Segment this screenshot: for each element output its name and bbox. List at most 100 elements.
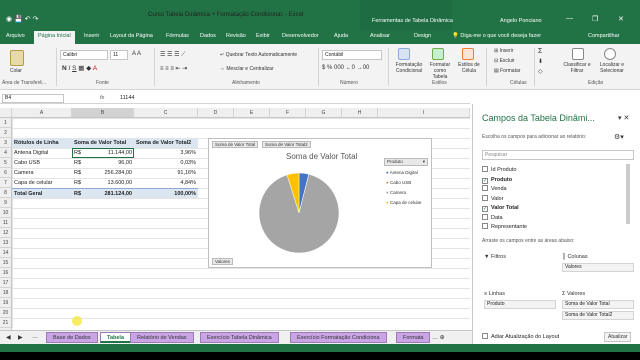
pivot-row-label[interactable]: Antena Digital	[12, 148, 72, 158]
column-header[interactable]: B	[72, 108, 134, 118]
save-icon[interactable]: 💾	[14, 16, 23, 23]
align-horizontal-icons[interactable]: ≡ ≡ ≡ ⇤ ⇥	[160, 65, 187, 72]
align-top-icons[interactable]: ☰ ☰ ☰ ⟋	[160, 51, 185, 59]
fill-icon[interactable]: ⬇	[538, 58, 543, 65]
cell-styles-button[interactable]: Estilos de Célula	[456, 62, 482, 74]
field-item[interactable]: ✓ Valor Total	[482, 204, 519, 212]
row-header[interactable]: 15	[0, 258, 12, 268]
name-box[interactable]: B4	[2, 94, 64, 103]
row-header[interactable]: 14	[0, 248, 12, 258]
update-button[interactable]: Atualizar	[604, 332, 632, 342]
rows-area-item[interactable]: Produto	[484, 300, 556, 309]
undo-icon[interactable]: ↶	[25, 16, 31, 23]
format-table-button[interactable]: Formatar como Tabela	[426, 62, 454, 80]
pivot-row-value[interactable]: 96,00	[86, 158, 134, 168]
pivot-row-label[interactable]: Capa de celular	[12, 178, 72, 188]
redo-icon[interactable]: ↷	[33, 16, 39, 23]
defer-update-checkbox[interactable]: Adiar Atualização do Layout	[482, 333, 559, 341]
column-header[interactable]: C	[134, 108, 198, 118]
pivot-header-sum2[interactable]: Soma de Valor Total2	[134, 138, 198, 148]
conditional-format-button[interactable]: Formatação Condicional	[392, 62, 426, 74]
pivot-header-rows[interactable]: Rótulos de Linha	[12, 138, 72, 148]
tell-me-box[interactable]: 💡 Diga-me o que você deseja fazer	[452, 33, 541, 39]
pivot-row-percent[interactable]: 91,16%	[134, 168, 198, 178]
pivot-row-currency[interactable]: R$	[72, 158, 86, 168]
checkbox[interactable]	[482, 213, 488, 220]
column-header[interactable]: I	[378, 108, 470, 118]
sheet-tab-tabela[interactable]: Tabela	[100, 332, 132, 343]
checked-checkbox[interactable]: ✓	[482, 177, 488, 184]
pivot-row-value[interactable]: 256.284,00	[86, 168, 134, 178]
find-select-button[interactable]: Localizar e Selecionar	[594, 62, 630, 74]
pivot-row-label[interactable]: Camera	[12, 168, 72, 178]
filter-icon[interactable]: ▾	[423, 159, 425, 165]
column-header[interactable]: H	[342, 108, 378, 118]
find-select-icon[interactable]	[604, 48, 616, 60]
pivot-total-value[interactable]: 281.124,00	[86, 188, 134, 198]
sort-filter-icon[interactable]	[572, 48, 584, 60]
row-header[interactable]: 19	[0, 298, 12, 308]
checkbox[interactable]	[482, 223, 488, 229]
merge-center-button[interactable]: ⇔ Mesclar e Centralizar	[220, 66, 274, 72]
pane-options-icon[interactable]: ▾ ✕	[618, 114, 629, 122]
format-table-icon[interactable]	[432, 48, 444, 60]
checked-checkbox[interactable]: ✓	[482, 206, 488, 212]
checkbox[interactable]	[482, 194, 488, 201]
row-header[interactable]: 8	[0, 188, 12, 198]
field-search-input[interactable]: Pesquisar	[482, 150, 634, 160]
column-header[interactable]: A	[12, 108, 72, 118]
pivot-row-percent[interactable]: 0,03%	[134, 158, 198, 168]
tab-design[interactable]: Design	[414, 33, 431, 39]
field-list-scrollbar[interactable]	[626, 164, 630, 224]
gear-icon[interactable]: ⚙▾	[614, 133, 624, 141]
pivot-row-label[interactable]: Cabo USB	[12, 158, 72, 168]
values-field-button[interactable]: Valores	[212, 258, 233, 265]
sheet-tab-exercicio-td[interactable]: Exercício Tabela Dinâmica	[200, 332, 279, 343]
field-item[interactable]: Venda	[482, 185, 507, 193]
pivot-total-percent[interactable]: 100,00%	[134, 188, 198, 198]
fx-button[interactable]: fx	[100, 95, 104, 101]
number-format-icons[interactable]: $ % 000 ←0 →00	[322, 65, 369, 71]
tab-pagina-inicial[interactable]: Página Inicial	[34, 31, 75, 44]
row-header[interactable]: 20	[0, 308, 12, 318]
row-header[interactable]: 4	[0, 148, 12, 158]
font-style-buttons[interactable]: N I S ▦ ◆ A	[62, 64, 97, 72]
clear-icon[interactable]: ◇	[538, 68, 543, 75]
field-item[interactable]: Valor	[482, 194, 503, 203]
more-sheets-icon[interactable]: … ⊕	[432, 334, 445, 341]
pivot-row-percent[interactable]: 3,96%	[134, 148, 198, 158]
values-area-item[interactable]: Soma de Valor Total	[562, 300, 634, 309]
row-header[interactable]: 6	[0, 168, 12, 178]
sort-filter-button[interactable]: Classificar e Filtrar	[562, 62, 592, 74]
autosave-icon[interactable]: ◉	[6, 16, 12, 23]
sheet-tab-base-de-dados[interactable]: Base de Dados	[46, 332, 98, 343]
pivot-row-value[interactable]: 13.600,00	[86, 178, 134, 188]
delete-cells-button[interactable]: ⊟ Excluir	[494, 58, 515, 64]
tab-dados[interactable]: Dados	[200, 33, 216, 39]
column-header[interactable]: E	[234, 108, 270, 118]
autosum-icon[interactable]: Σ	[538, 48, 542, 55]
tab-analisar[interactable]: Analisar	[370, 33, 390, 39]
tab-desenvolvedor[interactable]: Desenvolvedor	[282, 33, 319, 39]
checkbox[interactable]	[482, 333, 488, 339]
field-item[interactable]: Representante	[482, 223, 527, 231]
share-button[interactable]: Compartilhar	[588, 33, 619, 39]
tab-arquivo[interactable]: Arquivo	[6, 33, 25, 39]
number-format-select[interactable]: Contábil	[322, 50, 382, 60]
restore-button[interactable]: ❐	[592, 15, 598, 23]
row-header[interactable]: 1	[0, 118, 12, 128]
quick-access-toolbar[interactable]: ◉ 💾 ↶ ↷	[6, 15, 38, 23]
sheet-nav-prev-icon[interactable]: ◀	[6, 334, 11, 341]
sheet-nav-next-icon[interactable]: ▶	[18, 334, 23, 341]
row-header[interactable]: 18	[0, 288, 12, 298]
font-size-select[interactable]: 11	[110, 50, 128, 60]
field-item[interactable]: Data	[482, 213, 503, 222]
minimize-button[interactable]: —	[566, 15, 573, 22]
tab-formulas[interactable]: Fórmulas	[166, 33, 189, 39]
formula-input[interactable]: 11144	[120, 95, 134, 101]
tab-layout[interactable]: Layout da Página	[110, 33, 153, 39]
wrap-text-button[interactable]: ↵ Quebrar Texto Automaticamente	[220, 52, 297, 58]
pivot-row-currency[interactable]: R$	[72, 168, 86, 178]
pivot-total-label[interactable]: Total Geral	[12, 188, 72, 198]
row-header[interactable]: 11	[0, 218, 12, 228]
